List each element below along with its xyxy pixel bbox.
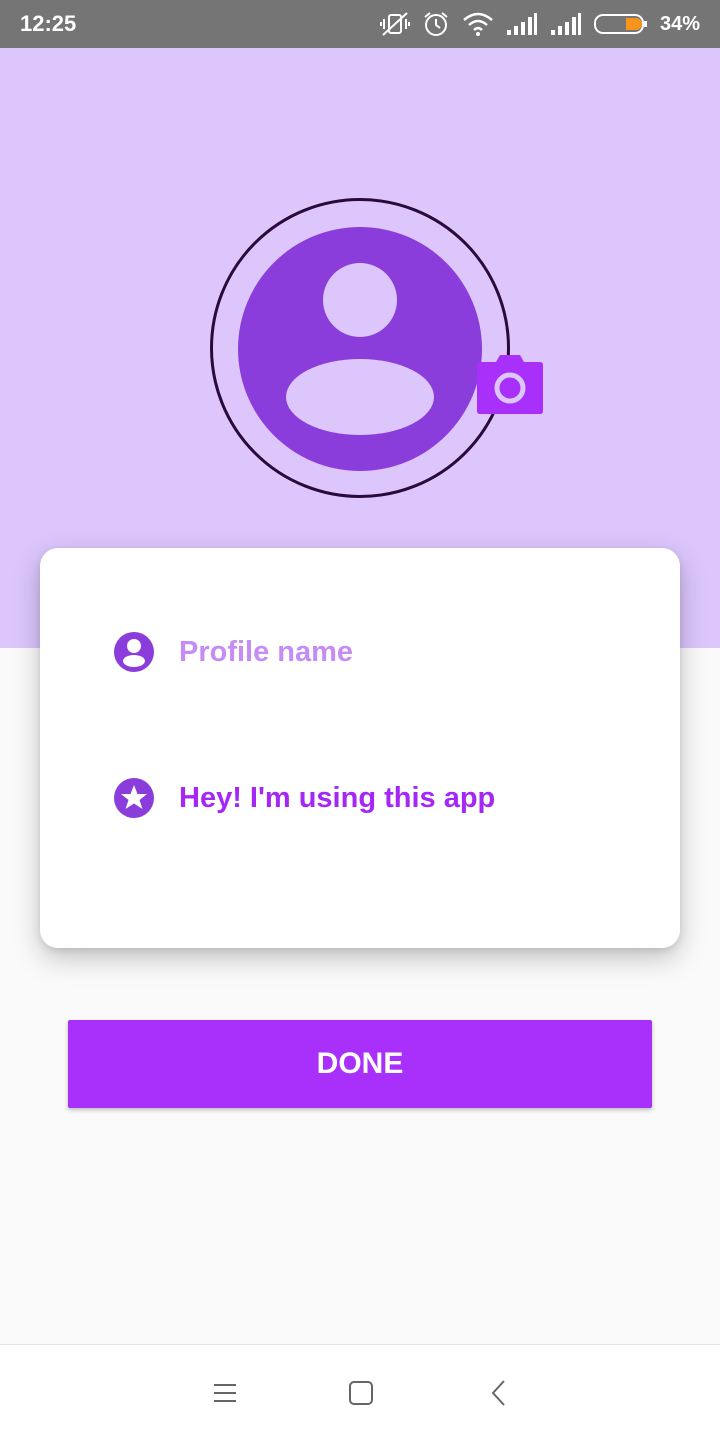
done-button[interactable]: DONE: [68, 1020, 652, 1108]
alarm-icon: [424, 12, 448, 36]
status-text[interactable]: Hey! I'm using this app: [179, 782, 495, 815]
star-circle-icon: [114, 778, 154, 818]
back-icon[interactable]: [481, 1375, 517, 1411]
status-icons: 34%: [379, 8, 700, 40]
status-time: 12:25: [20, 11, 77, 36]
camera-icon[interactable]: [476, 354, 544, 416]
status-field[interactable]: Hey! I'm using this app: [113, 776, 495, 820]
battery-percent: 34%: [659, 12, 700, 35]
signal-icon: [550, 13, 581, 35]
wifi-icon: [463, 12, 493, 36]
menu-icon[interactable]: [207, 1375, 243, 1411]
profile-name-field[interactable]: Profile name: [113, 630, 353, 674]
navigation-bar: [0, 1344, 720, 1440]
home-icon[interactable]: [343, 1375, 379, 1411]
profile-name-input[interactable]: Profile name: [179, 636, 353, 669]
status-bar: 12:25 34%: [0, 0, 720, 48]
profile-card: Profile name Hey! I'm using this app: [40, 548, 680, 948]
account-circle-icon: [114, 632, 154, 672]
signal-icon: [506, 13, 537, 35]
person-placeholder-icon[interactable]: [236, 225, 484, 473]
battery-icon: [593, 14, 647, 34]
vibrate-off-icon: [379, 12, 410, 36]
